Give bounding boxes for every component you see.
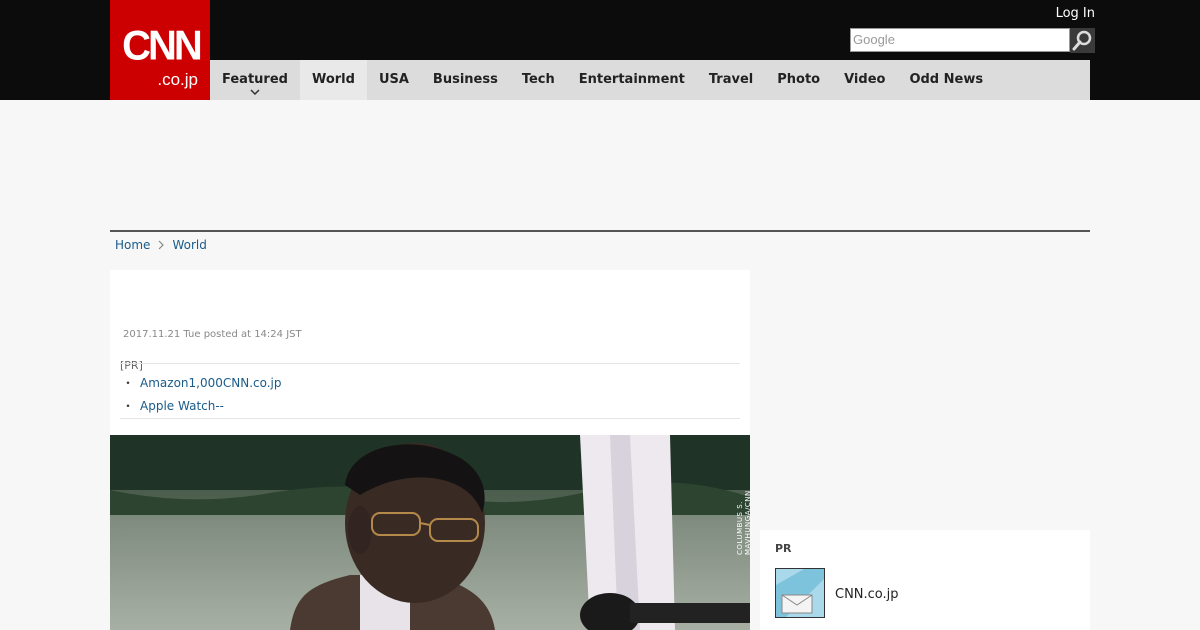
nav-item-label: Entertainment (578, 72, 685, 87)
nav-item-usa[interactable]: USA (367, 60, 421, 100)
nav-item-label: Travel (708, 72, 754, 87)
article-card: 2017.11.21 Tue posted at 14:24 JST [PR] … (110, 270, 750, 435)
divider (120, 418, 740, 419)
pr-link-text[interactable]: Apple Watch-- (140, 399, 224, 413)
cnn-logo[interactable]: CNN .co.jp (110, 0, 210, 100)
nav-item-travel[interactable]: Travel (697, 60, 765, 100)
envelope-icon (776, 569, 824, 617)
nav-item-label: USA (378, 72, 409, 87)
nav-item-label: Photo (777, 72, 821, 87)
breadcrumb-home-link[interactable]: Home (115, 238, 150, 252)
sidebar-item-title[interactable]: CNN.co.jp (835, 587, 899, 602)
pr-link[interactable]: ・ Apple Watch-- (122, 397, 224, 414)
nav-item-label: Odd News (909, 72, 984, 87)
nav-item-label: World (311, 72, 355, 87)
search-button[interactable] (1070, 28, 1095, 53)
chevron-down-icon (250, 89, 260, 95)
nav-item-business[interactable]: Business (421, 60, 510, 100)
search-input[interactable]: Google (850, 28, 1070, 52)
pr-link-text[interactable]: Amazon1,000CNN.co.jp (140, 376, 282, 390)
article-photo: COLUMBUS S. MAVHUNGA/CNN (110, 435, 750, 630)
bullet: ・ (122, 376, 135, 390)
article-date: 2017.11.21 Tue posted at 14:24 JST (123, 329, 302, 340)
nav-item-label: Tech (521, 72, 555, 87)
nav-item-entertainment[interactable]: Entertainment (567, 60, 697, 100)
divider (120, 363, 740, 364)
sidebar-pr-box: PR CNN.co.jp (760, 530, 1090, 630)
nav-item-world[interactable]: World (299, 60, 367, 100)
photo-image (110, 435, 750, 630)
top-header: CNN .co.jp Log In Google Featured World … (0, 0, 1200, 100)
logo-sub-text: .co.jp (157, 70, 198, 89)
photo-credit: COLUMBUS S. MAVHUNGA/CNN (736, 490, 750, 555)
bullet: ・ (122, 399, 135, 413)
chevron-right-icon (159, 240, 165, 250)
main-nav: Featured World USA Business Tech Enterta… (210, 60, 1090, 100)
logo-main-text: CNN (122, 22, 203, 70)
breadcrumb-world-link[interactable]: World (172, 238, 206, 252)
nav-item-label: Featured (222, 72, 288, 87)
sidebar-pr-label: PR (775, 542, 792, 555)
nav-item-label: Video (844, 72, 886, 87)
login-link[interactable]: Log In (1056, 6, 1095, 21)
nav-item-featured[interactable]: Featured (210, 60, 300, 100)
section-divider (110, 230, 1090, 232)
pr-label: [PR] (120, 359, 143, 372)
nav-item-photo[interactable]: Photo (765, 60, 832, 100)
nav-item-tech[interactable]: Tech (510, 60, 567, 100)
breadcrumb: Home World (115, 238, 207, 252)
nav-item-label: Business (432, 72, 498, 87)
search-icon (1072, 30, 1092, 51)
nav-item-video[interactable]: Video (832, 60, 897, 100)
pr-link[interactable]: ・ Amazon1,000CNN.co.jp (122, 374, 282, 391)
nav-item-odd-news[interactable]: Odd News (897, 60, 995, 100)
pr-thumbnail[interactable] (775, 568, 825, 618)
